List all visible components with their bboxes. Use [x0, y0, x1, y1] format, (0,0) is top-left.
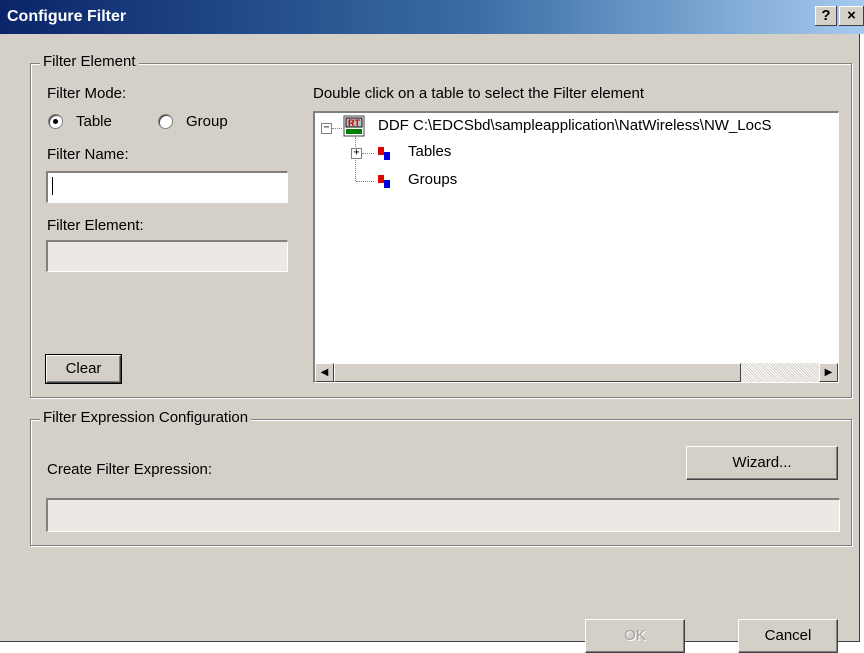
radio-table[interactable] — [48, 114, 63, 129]
tree-groups-label[interactable]: Groups — [408, 171, 457, 188]
ok-button[interactable]: OK — [585, 619, 685, 653]
create-expression-label: Create Filter Expression: — [47, 461, 213, 478]
radio-group[interactable] — [158, 114, 173, 129]
tree-line — [355, 137, 356, 181]
filter-name-input[interactable] — [46, 171, 288, 203]
filter-element-legend: Filter Element — [40, 53, 139, 70]
configure-filter-dialog: Configure Filter ? × Filter Element Filt… — [0, 0, 864, 653]
scroll-right-button[interactable]: ▶ — [819, 363, 838, 382]
filter-mode-label: Filter Mode: — [47, 85, 127, 102]
filter-element-label: Filter Element: — [47, 217, 144, 234]
cancel-button-label: Cancel — [764, 627, 812, 644]
radio-group-label[interactable]: Group — [186, 113, 228, 130]
radio-table-label[interactable]: Table — [76, 113, 112, 130]
text-caret — [52, 177, 53, 195]
filter-expression-field — [46, 498, 840, 532]
close-icon: × — [847, 7, 856, 24]
tree-tables-label[interactable]: Tables — [408, 143, 451, 160]
table-node-icon — [378, 147, 390, 160]
filter-element-tree[interactable]: − RT DDF C:\EDCSbd\sampleapplication\Nat… — [313, 111, 839, 383]
tree-line — [362, 153, 374, 154]
tree-line — [356, 181, 374, 182]
clear-button[interactable]: Clear — [45, 354, 122, 384]
window-title: Configure Filter — [7, 8, 127, 25]
tree-horizontal-scrollbar[interactable]: ◀ ▶ — [315, 363, 838, 382]
expand-icon[interactable]: + — [351, 148, 362, 159]
radio-selected-dot — [53, 119, 58, 124]
arrow-right-icon: ▶ — [824, 367, 833, 378]
tree-line — [332, 128, 342, 129]
help-button[interactable]: ? — [815, 6, 837, 26]
clear-button-label: Clear — [65, 360, 102, 377]
arrow-left-icon: ◀ — [320, 367, 329, 378]
title-bar[interactable]: Configure Filter ? × — [0, 0, 864, 34]
tree-instruction-label: Double click on a table to select the Fi… — [313, 85, 645, 102]
svg-text:RT: RT — [348, 118, 360, 128]
scroll-track[interactable] — [741, 363, 819, 382]
filter-name-label: Filter Name: — [47, 146, 129, 163]
cancel-button[interactable]: Cancel — [738, 619, 838, 653]
help-icon: ? — [821, 7, 831, 24]
ddf-database-icon: RT — [343, 115, 365, 137]
wizard-button[interactable]: Wizard... — [686, 446, 838, 480]
collapse-icon[interactable]: − — [321, 123, 332, 134]
expression-group-legend: Filter Expression Configuration — [40, 409, 252, 426]
close-button[interactable]: × — [839, 6, 864, 26]
ok-button-label: OK — [624, 627, 646, 644]
filter-element-field — [46, 240, 288, 272]
wizard-button-label: Wizard... — [732, 454, 792, 471]
scroll-left-button[interactable]: ◀ — [315, 363, 334, 382]
tree-root-label[interactable]: DDF C:\EDCSbd\sampleapplication\NatWirel… — [378, 117, 771, 134]
scroll-thumb[interactable] — [334, 363, 741, 382]
group-node-icon — [378, 175, 390, 188]
